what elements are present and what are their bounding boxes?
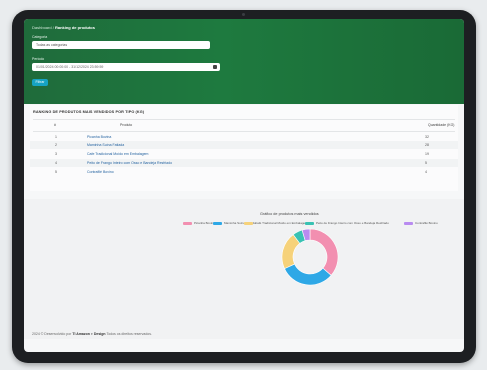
legend-label: Peito de Frango Inteiro com Osso e Bande… (316, 221, 389, 225)
period-input[interactable]: 01/01/2024 00:00:00 - 31/12/2024 23:59:5… (32, 63, 220, 71)
row-product[interactable]: Cafe Tradicional Moído em Embalagem (87, 152, 148, 156)
row-rank: 3 (55, 152, 57, 156)
donut-chart (281, 228, 339, 286)
legend-swatch (404, 221, 413, 225)
camera-dot (242, 13, 245, 16)
footer-prefix: 2024 © Desenvolvido por (32, 332, 72, 336)
row-rank: 1 (55, 135, 57, 139)
period-label: Período (32, 57, 45, 61)
row-product[interactable]: Maminha Suína Fatiada (87, 143, 124, 147)
table-row: 5 Contrafilé Bovino 4 (30, 168, 458, 176)
footer-mid: e (90, 332, 93, 336)
header-product: Produto (120, 123, 133, 127)
legend-label: Contrafilé Bovino (415, 221, 438, 225)
header-quantity: Quantidade (KG) (428, 123, 455, 127)
table-row: 2 Maminha Suína Fatiada 28 (30, 141, 458, 149)
header-rank: # (54, 123, 56, 127)
legend-swatch (305, 221, 314, 225)
chart-legend: Picanha Bovina Maminha Suína Fatiada Café … (183, 220, 464, 226)
legend-item[interactable]: Contrafilé Bovino (404, 220, 438, 226)
breadcrumb-current: Ranking de produtos (54, 25, 95, 30)
legend-label: Café Tradicional Moído em Embalagem (255, 221, 308, 225)
row-quantity: 5 (425, 161, 427, 165)
footer-suffix: Todos os direitos reservados. (106, 332, 152, 336)
legend-swatch (244, 221, 253, 225)
period-value: 01/01/2024 00:00:00 - 31/12/2024 23:59:5… (36, 65, 104, 69)
table-row: 4 Peito de Frango Inteiro com Osso e Ban… (30, 159, 458, 167)
divider (33, 119, 455, 120)
breadcrumb-home[interactable]: Dashboard (32, 25, 52, 30)
row-quantity: 4 (425, 170, 427, 174)
divider (33, 131, 455, 132)
footer: 2024 © Desenvolvido por TI Amazon e Desi… (32, 332, 152, 336)
breadcrumb-separator: / (52, 25, 54, 30)
header-banner: Dashboard / Ranking de produtos Categori… (24, 19, 464, 104)
legend-swatch (183, 221, 192, 225)
table-row: 1 Picanha Bovina 32 (30, 133, 458, 141)
legend-item[interactable]: Picanha Bovina (183, 220, 215, 226)
legend-swatch (213, 221, 222, 225)
ranking-table-panel: RANKING DE PRODUTOS MAIS VENDIDOS POR TI… (30, 105, 458, 191)
row-product[interactable]: Peito de Frango Inteiro com Osso e Bande… (87, 161, 172, 165)
row-rank: 5 (55, 170, 57, 174)
legend-label: Picanha Bovina (194, 221, 215, 225)
chart-panel: Gráfico de produtos mais vendidos Picanh… (24, 199, 464, 339)
row-product[interactable]: Picanha Bovina (87, 135, 111, 139)
row-rank: 2 (55, 143, 57, 147)
row-quantity: 28 (425, 143, 429, 147)
legend-item[interactable]: Peito de Frango Inteiro com Osso e Bande… (305, 220, 389, 226)
breadcrumb: Dashboard / Ranking de produtos (32, 25, 95, 30)
screen: Dashboard / Ranking de produtos Categori… (24, 19, 464, 352)
table-row: 3 Cafe Tradicional Moído em Embalagem 19 (30, 150, 458, 158)
category-select[interactable]: Todas as categorias (32, 41, 210, 49)
donut-slice[interactable] (309, 228, 339, 276)
row-product[interactable]: Contrafilé Bovino (87, 170, 114, 174)
footer-brand-1[interactable]: TI Amazon (72, 332, 90, 336)
tablet-frame: Dashboard / Ranking de produtos Categori… (12, 10, 476, 363)
row-quantity: 19 (425, 152, 429, 156)
row-quantity: 32 (425, 135, 429, 139)
filter-button[interactable]: Filtrar (32, 79, 48, 86)
row-rank: 4 (55, 161, 57, 165)
category-label: Categoria (32, 35, 48, 39)
chart-title: Gráfico de produtos mais vendidos (260, 212, 319, 216)
calendar-icon[interactable] (213, 65, 217, 69)
footer-brand-2[interactable]: Design (94, 332, 106, 336)
table-title: RANKING DE PRODUTOS MAIS VENDIDOS POR TI… (33, 110, 145, 114)
legend-item[interactable]: Café Tradicional Moído em Embalagem (244, 220, 308, 226)
